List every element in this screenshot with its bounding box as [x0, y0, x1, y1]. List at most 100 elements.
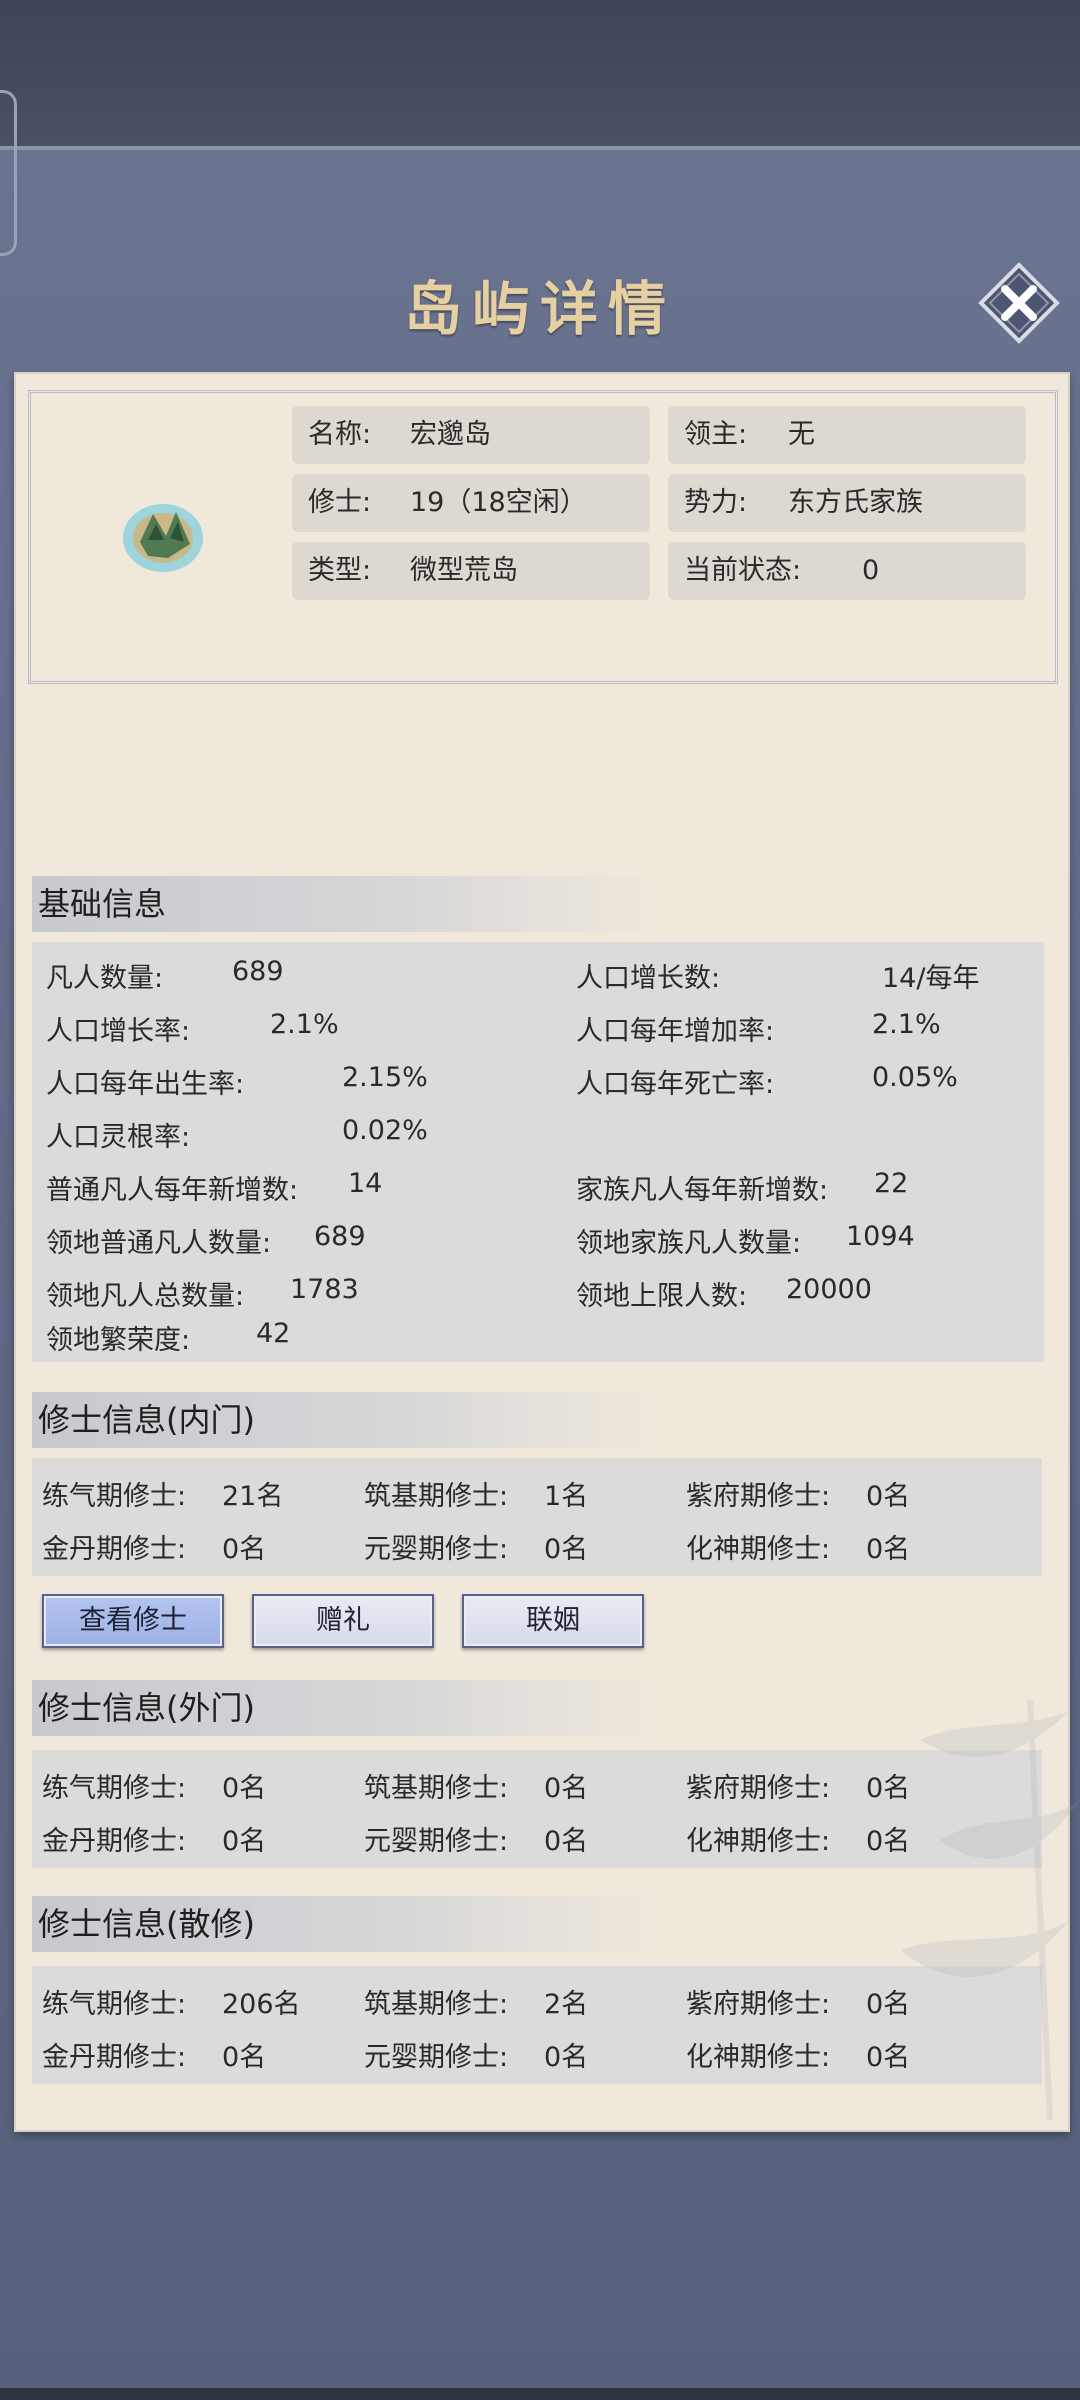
stat-value: 0名 — [544, 1534, 589, 1565]
stat-value: 14/每年 — [882, 963, 980, 994]
cultivator-count: 化神期修士: 0名 — [686, 2035, 910, 2074]
stat-label: 金丹期修士: — [42, 2042, 187, 2073]
island-type: 微型荒岛 — [410, 555, 518, 586]
stat-value: 0.02% — [342, 1115, 428, 1146]
stat-value: 1783 — [290, 1274, 359, 1305]
stat-value: 2.1% — [872, 1009, 941, 1040]
cultivator-count: 化神期修士: 0名 — [686, 1819, 910, 1858]
stat-label: 筑基期修士: — [364, 1481, 509, 1512]
cultivator-count: 金丹期修士: 0名 — [42, 1819, 266, 1858]
stat-value: 22 — [874, 1168, 909, 1199]
stat-row: 人口每年死亡率: 0.05% — [576, 1062, 958, 1101]
cultivator-count: 筑基期修士: 2名 — [364, 1982, 588, 2021]
cultivator-count: 练气期修士: 0名 — [42, 1766, 266, 1805]
stat-value: 21名 — [222, 1481, 284, 1512]
stat-label: 化神期修士: — [686, 1534, 831, 1565]
stat-row: 人口每年增加率: 2.1% — [576, 1009, 941, 1048]
stat-label: 普通凡人每年新增数: — [46, 1175, 299, 1206]
stat-value: 1名 — [544, 1481, 589, 1512]
stat-value: 14 — [348, 1168, 383, 1199]
stat-value: 689 — [232, 956, 284, 987]
top-bar — [0, 0, 1080, 150]
field-label: 当前状态: — [684, 555, 802, 586]
cultivator-count: 练气期修士: 206名 — [42, 1982, 301, 2021]
stat-row: 普通凡人每年新增数: 14 — [46, 1168, 382, 1207]
close-icon — [978, 262, 1060, 344]
island-cultivators-field: 修士: 19（18空闲） — [292, 474, 650, 532]
cultivator-count: 金丹期修士: 0名 — [42, 2035, 266, 2074]
stat-value: 0名 — [222, 1773, 267, 1804]
stat-value: 0名 — [222, 2042, 267, 2073]
stat-row: 凡人数量: 689 — [46, 956, 284, 995]
stat-row: 领地凡人总数量: 1783 — [46, 1274, 359, 1313]
cultivator-count: 元婴期修士: 0名 — [364, 2035, 588, 2074]
stat-value: 2名 — [544, 1989, 589, 2020]
stat-row: 人口灵根率: 0.02% — [46, 1115, 428, 1154]
field-label: 修士: — [308, 487, 372, 518]
stat-row: 人口每年出生率: 2.15% — [46, 1062, 428, 1101]
stat-label: 领地繁荣度: — [46, 1325, 191, 1356]
stat-value: 0名 — [866, 1481, 911, 1512]
side-tab[interactable] — [0, 90, 17, 256]
stat-value: 0名 — [544, 1773, 589, 1804]
basic-info-header: 基础信息 — [32, 876, 658, 932]
marriage-button[interactable]: 联姻 — [462, 1594, 644, 1648]
island-status-field: 当前状态: 0 — [668, 542, 1026, 600]
field-label: 势力: — [684, 487, 748, 518]
stat-row: 家族凡人每年新增数: 22 — [576, 1168, 908, 1207]
cultivator-count: 练气期修士: 21名 — [42, 1474, 283, 1513]
cultivator-count: 紫府期修士: 0名 — [686, 1474, 910, 1513]
view-cultivators-button[interactable]: 查看修士 — [42, 1594, 224, 1648]
stat-label: 元婴期修士: — [364, 2042, 509, 2073]
stat-label: 筑基期修士: — [364, 1989, 509, 2020]
field-label: 类型: — [308, 555, 372, 586]
stat-row: 领地繁荣度: 42 — [46, 1318, 290, 1357]
stat-label: 金丹期修士: — [42, 1534, 187, 1565]
stat-value: 206名 — [222, 1989, 301, 2020]
outer-cultivators-header: 修士信息(外门) — [32, 1680, 658, 1736]
stat-label: 紫府期修士: — [686, 1989, 831, 2020]
island-type-field: 类型: 微型荒岛 — [292, 542, 650, 600]
stat-value: 0名 — [222, 1534, 267, 1565]
island-name-field: 名称: 宏邈岛 — [292, 406, 650, 464]
stat-value: 0名 — [544, 2042, 589, 2073]
stat-value: 0名 — [544, 1826, 589, 1857]
island-name: 宏邈岛 — [410, 419, 491, 450]
stat-label: 元婴期修士: — [364, 1534, 509, 1565]
stat-label: 凡人数量: — [46, 963, 164, 994]
stat-row: 领地上限人数: 20000 — [576, 1274, 872, 1313]
cultivator-count: 筑基期修士: 0名 — [364, 1766, 588, 1805]
stat-value: 20000 — [786, 1274, 872, 1305]
field-label: 名称: — [308, 419, 372, 450]
stat-label: 领地凡人总数量: — [46, 1281, 245, 1312]
stat-label: 练气期修士: — [42, 1773, 187, 1804]
bottom-strip — [0, 2388, 1080, 2400]
close-button[interactable] — [978, 262, 1060, 344]
stat-label: 化神期修士: — [686, 2042, 831, 2073]
stat-value: 1094 — [846, 1221, 915, 1252]
stat-value: 0名 — [222, 1826, 267, 1857]
stat-row: 领地普通凡人数量: 689 — [46, 1221, 366, 1260]
stat-row: 人口增长数: 14/每年 — [576, 956, 979, 995]
stat-value: 42 — [256, 1318, 291, 1349]
stat-label: 领地家族凡人数量: — [576, 1228, 802, 1259]
cultivator-count: 金丹期修士: 0名 — [42, 1527, 266, 1566]
stat-value: 2.15% — [342, 1062, 428, 1093]
island-status: 0 — [862, 555, 880, 586]
stat-label: 化神期修士: — [686, 1826, 831, 1857]
island-icon — [118, 490, 208, 580]
stat-label: 紫府期修士: — [686, 1481, 831, 1512]
stat-label: 人口每年出生率: — [46, 1069, 245, 1100]
stat-label: 练气期修士: — [42, 1989, 187, 2020]
cultivator-count: 筑基期修士: 1名 — [364, 1474, 588, 1513]
stat-value: 0.05% — [872, 1062, 958, 1093]
stat-label: 领地普通凡人数量: — [46, 1228, 272, 1259]
gift-button[interactable]: 赠礼 — [252, 1594, 434, 1648]
stat-row: 领地家族凡人数量: 1094 — [576, 1221, 915, 1260]
stat-label: 领地上限人数: — [576, 1281, 748, 1312]
stat-label: 人口每年增加率: — [576, 1016, 775, 1047]
stat-label: 元婴期修士: — [364, 1826, 509, 1857]
island-lord-field: 领主: 无 — [668, 406, 1026, 464]
cultivator-count: 紫府期修士: 0名 — [686, 1766, 910, 1805]
island-cultivators: 19（18空闲） — [410, 487, 587, 518]
